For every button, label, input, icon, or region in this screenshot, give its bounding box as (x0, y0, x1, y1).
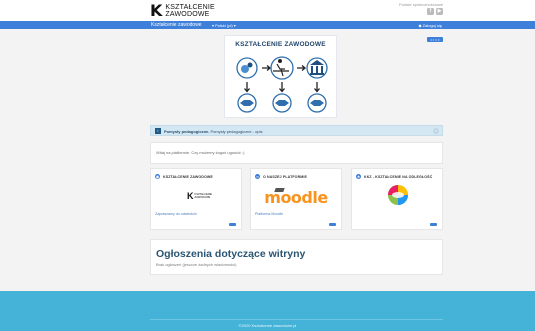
announcements-text: Brak ogłoszeń (jeszcze żadnych wiadomośc… (156, 262, 237, 267)
card-logo: K KSZTAŁCENIE ZAWODOWE (187, 191, 212, 201)
card-vocational: ◉ KSZTAŁCENIE ZAWODOWE K KSZTAŁCENIE ZAWO… (150, 168, 242, 230)
notice-title: Pomysły pedagogiczne. (164, 129, 210, 134)
card-more-button[interactable] (229, 223, 236, 226)
notice-text: Pomysły pedagogiczne. Pomysły pedagogicz… (164, 129, 263, 134)
student-desk-icon (270, 56, 294, 80)
institution-icon (306, 57, 328, 79)
moodle-logo: moodle (264, 188, 328, 207)
hero-title: KSZTAŁCENIE ZAWODOWE (235, 41, 326, 48)
notice-desc: Pomysły pedagogiczne - opis (209, 129, 263, 134)
card-logo-text: KSZTAŁCENIE ZAWODOWE (195, 193, 213, 199)
handshake-icon-3 (307, 93, 327, 113)
site-header: K KSZTAŁCENIE ZAWODOWE Portale społeczno… (0, 0, 535, 21)
site-footer: ©2020 Kształcenie zawodowe.pl (0, 291, 535, 331)
handshake-icon-2 (272, 93, 292, 113)
card-platform: ∞ O NASZEJ PLATFORMIE moodle Platforma M… (250, 168, 342, 230)
pin-icon: ◉ (155, 174, 160, 179)
info-icon: i (155, 128, 161, 134)
facebook-icon[interactable]: f (427, 8, 434, 15)
logo-line-2: ZAWODOWE (165, 11, 210, 18)
site-logo[interactable]: K KSZTAŁCENIE ZAWODOWE (150, 3, 215, 19)
announcements-title: Ogłoszenia dotyczące witryny (156, 248, 306, 260)
navbar-brand[interactable]: Kształcenie zawodowe (151, 22, 202, 28)
page-menu-button[interactable]: • • • • (427, 37, 443, 42)
hero-illustration (236, 56, 328, 113)
handshake-icon (237, 93, 257, 113)
globe-icon (388, 185, 408, 205)
welcome-text: Witaj na platformie. Czy możemy kogoś ug… (156, 150, 245, 155)
hero-image: KSZTAŁCENIE ZAWODOWE (224, 35, 337, 118)
footer-copyright: ©2020 Kształcenie zawodowe.pl (238, 323, 297, 328)
close-icon[interactable]: × (433, 127, 439, 134)
welcome-box: Witaj na platformie. Czy możemy kogoś ug… (150, 142, 443, 164)
card-title: KKZ - KSZTAŁCENIE NA ODLEGŁOŚĆ (364, 174, 433, 179)
top-navbar: Kształcenie zawodowe ▾ Polski (pl) ▾ ◆ Z… (0, 21, 535, 29)
social-label: Portale społecznościowe (398, 2, 443, 7)
logo-line-1: KSZTAŁCENIE (165, 4, 215, 11)
card-more-button[interactable] (430, 223, 437, 226)
card-logo-letter: K (187, 191, 194, 201)
card-logo-line-2: ZAWODOWE (194, 196, 211, 199)
page: K KSZTAŁCENIE ZAWODOWE Portale społeczno… (0, 0, 535, 331)
star-icon: ★ (356, 174, 361, 179)
card-link[interactable]: Zapraszamy do odwiedzin (155, 212, 197, 216)
social-links: Portale społecznościowe f ▶ (399, 2, 443, 15)
site-announcements: Ogłoszenia dotyczące witryny Brak ogłosz… (150, 239, 443, 275)
card-more-button[interactable] (329, 223, 336, 226)
card-title: KSZTAŁCENIE ZAWODOWE (163, 174, 213, 179)
notice-bar: i Pomysły pedagogiczne. Pomysły pedagogi… (150, 125, 443, 136)
logo-text: KSZTAŁCENIE ZAWODOWE (165, 4, 215, 18)
language-menu[interactable]: ▾ Polski (pl) ▾ (212, 23, 236, 28)
card-remote-learning: ★ KKZ - KSZTAŁCENIE NA ODLEGŁOŚĆ (351, 168, 443, 230)
logo-letter: K (150, 1, 163, 20)
gears-icon (236, 57, 258, 79)
youtube-icon[interactable]: ▶ (436, 8, 443, 15)
card-link[interactable]: Platforma Moodle (255, 212, 283, 216)
card-title: O NASZEJ PLATFORMIE (263, 174, 307, 179)
link-icon: ∞ (255, 174, 260, 179)
footer-divider (150, 319, 443, 320)
login-link[interactable]: ◆ Zaloguj się (418, 23, 442, 28)
